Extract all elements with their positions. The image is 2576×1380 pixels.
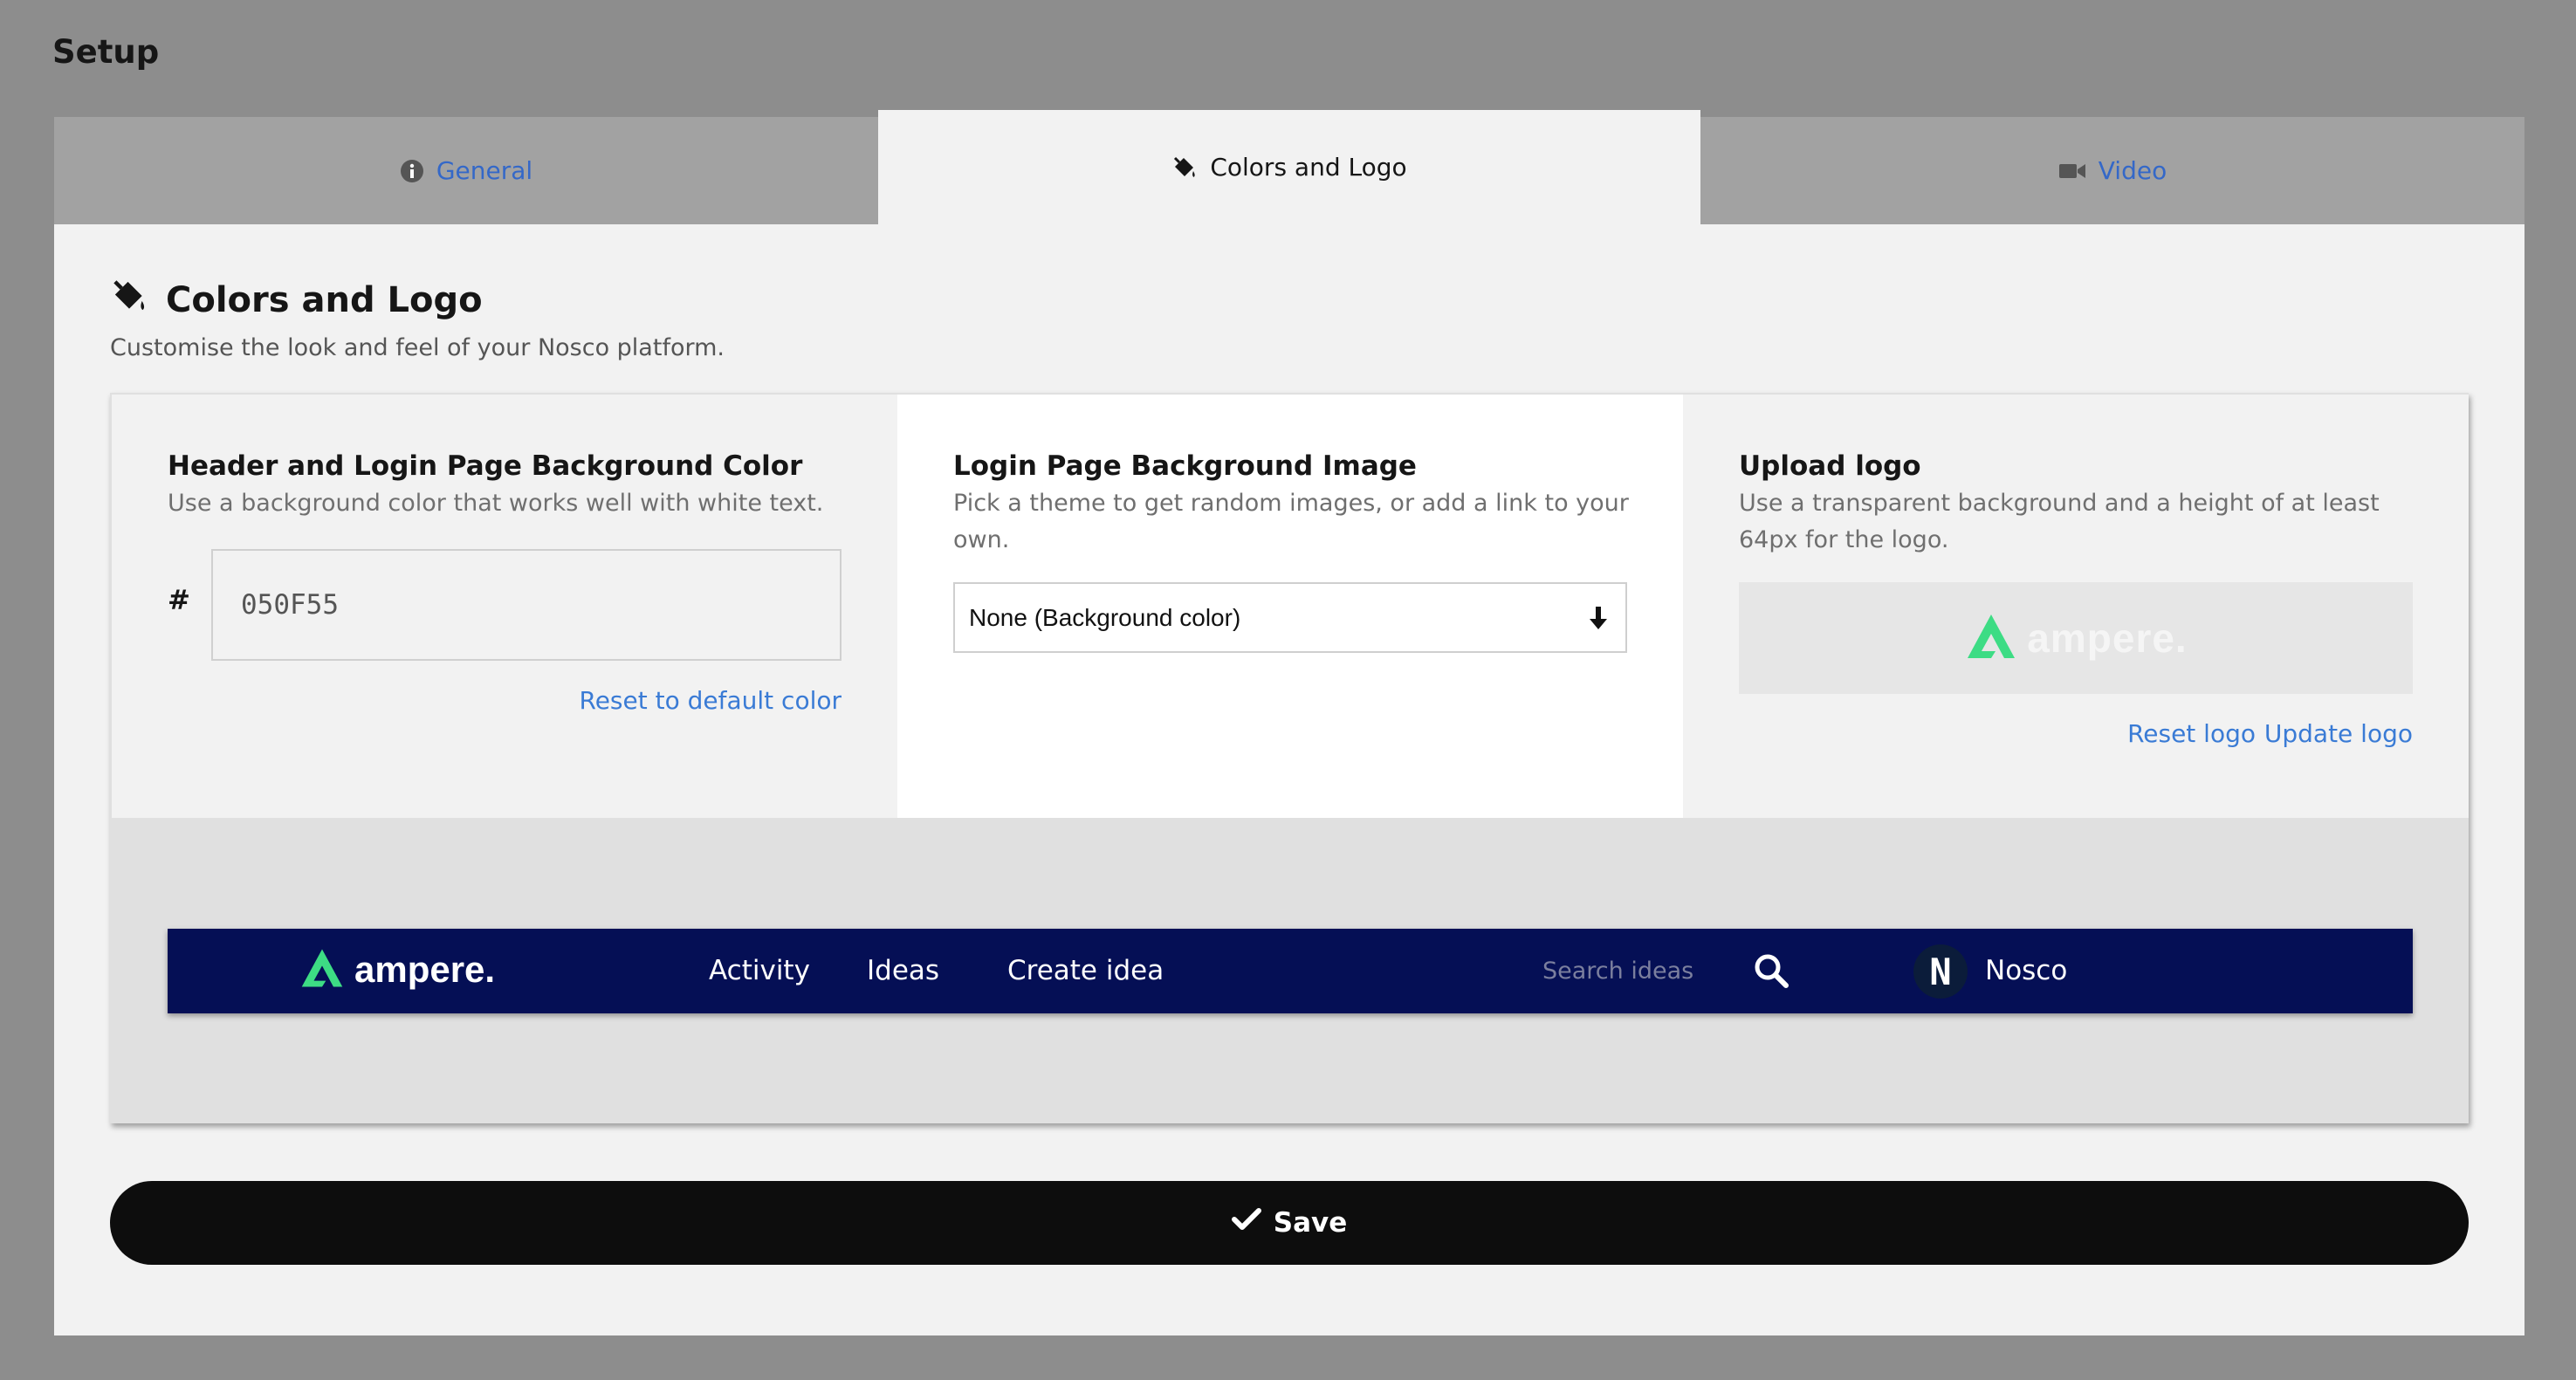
arrow-down-icon [1587, 603, 1610, 639]
color-hex-input[interactable]: 050F55 [211, 549, 841, 661]
section-title: Colors and Logo [166, 280, 483, 320]
avatar[interactable]: N [1913, 944, 1968, 999]
settings-card: Colors and Logo Customise the look and f… [54, 224, 2524, 1335]
paint-bucket-icon [110, 277, 148, 324]
tab-bar: General Colors and Logo Video [54, 110, 2524, 224]
tab-colors-and-logo[interactable]: Colors and Logo [878, 110, 1700, 224]
nav-search-input[interactable]: Search ideas [1542, 958, 1693, 985]
background-image-description: Pick a theme to get random images, or ad… [953, 490, 1629, 553]
reset-logo-link[interactable]: Reset logo [2127, 719, 2256, 748]
nav-item-ideas[interactable]: Ideas [867, 955, 939, 986]
page-title: Setup [52, 33, 160, 71]
upload-logo-title: Upload logo [1739, 450, 1921, 482]
upload-logo-description: Use a transparent background and a heigh… [1739, 490, 2380, 553]
header-preview-area: ampere. Activity Ideas Create idea Searc… [112, 818, 2469, 1123]
section-description: Customise the look and feel of your Nosc… [110, 334, 725, 361]
background-theme-select[interactable]: None (Background color) [953, 582, 1627, 653]
nav-logo-wordmark: ampere. [354, 949, 496, 990]
tab-colors-and-logo-label: Colors and Logo [1210, 153, 1407, 182]
section-heading: Colors and Logo [110, 277, 483, 324]
header-color-title: Header and Login Page Background Color [168, 450, 803, 482]
logo-preview-wordmark: ampere. [2027, 615, 2188, 661]
ampere-logo-mark-icon [1964, 611, 2018, 665]
nav-item-activity[interactable]: Activity [709, 955, 810, 986]
upload-logo-column: Upload logo Use a transparent background… [1683, 395, 2469, 818]
nav-logo: ampere. [299, 946, 495, 993]
background-image-title: Login Page Background Image [953, 450, 1417, 482]
settings-panel: Header and Login Page Background Color U… [110, 393, 2469, 1123]
background-theme-selected: None (Background color) [969, 603, 1241, 631]
update-logo-link[interactable]: Update logo [2264, 719, 2413, 748]
tab-general-label: General [436, 156, 533, 185]
logo-preview: ampere. [1739, 582, 2413, 694]
tab-general[interactable]: General [54, 117, 878, 224]
save-button[interactable]: Save [110, 1181, 2469, 1265]
header-preview-navbar: ampere. Activity Ideas Create idea Searc… [168, 929, 2413, 1013]
tab-video[interactable]: Video [1700, 117, 2524, 224]
paint-bucket-icon [1171, 154, 1198, 181]
info-circle-icon [400, 159, 424, 183]
hex-prefix: # [168, 585, 190, 616]
checkmark-icon [1231, 1207, 1261, 1239]
nav-user-name[interactable]: Nosco [1985, 955, 2067, 986]
save-button-label: Save [1273, 1207, 1348, 1239]
nav-item-create-idea[interactable]: Create idea [1007, 955, 1164, 986]
video-camera-icon [2058, 161, 2086, 182]
background-image-column: Login Page Background Image Pick a theme… [897, 395, 1683, 818]
search-icon[interactable] [1752, 951, 1790, 993]
header-color-description: Use a background color that works well w… [168, 490, 824, 517]
reset-default-color-link[interactable]: Reset to default color [580, 686, 842, 715]
header-color-column: Header and Login Page Background Color U… [112, 395, 897, 818]
tab-video-label: Video [2098, 156, 2167, 185]
ampere-logo-mark-icon [299, 946, 346, 993]
